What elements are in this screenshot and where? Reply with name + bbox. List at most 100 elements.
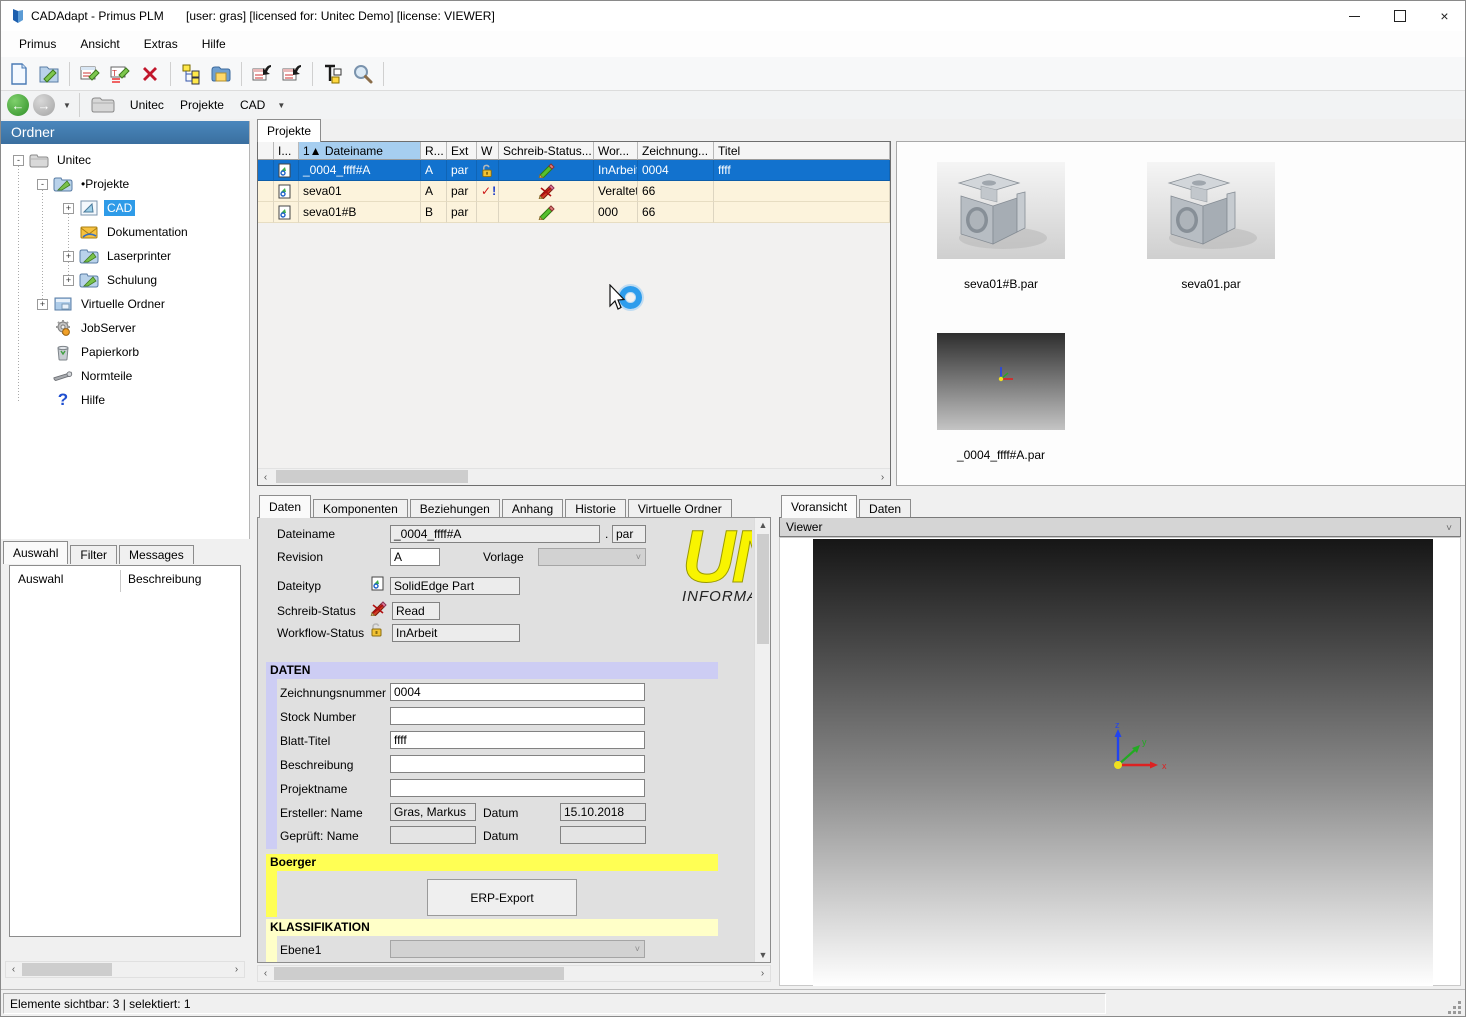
- column-auswahl[interactable]: Auswahl: [18, 572, 63, 586]
- save-folder-button[interactable]: [207, 60, 235, 88]
- resize-grip-icon[interactable]: [1458, 1006, 1461, 1009]
- resize-grip-icon[interactable]: [1458, 1001, 1461, 1004]
- scroll-right-icon[interactable]: ›: [229, 962, 244, 977]
- expand-icon[interactable]: +: [63, 251, 74, 262]
- workflow-status-field[interactable]: InArbeit: [392, 624, 520, 642]
- scrollbar-thumb[interactable]: [757, 534, 769, 644]
- thumbnail-seva01b[interactable]: [937, 162, 1065, 259]
- tree-item-hilfe[interactable]: ? Hilfe: [53, 389, 108, 411]
- scroll-down-icon[interactable]: ▼: [755, 950, 771, 960]
- details-vscrollbar[interactable]: ▲ ▼: [754, 518, 770, 962]
- header-titel[interactable]: Titel: [714, 142, 890, 160]
- tree-item-cad[interactable]: + CAD: [63, 197, 135, 219]
- scroll-left-icon[interactable]: ‹: [258, 966, 273, 981]
- header-dateiname[interactable]: 1▲ Dateiname: [299, 142, 421, 160]
- ersteller-datum-field[interactable]: 15.10.2018: [560, 803, 646, 821]
- ersteller-name-field[interactable]: Gras, Markus: [390, 803, 476, 821]
- menu-hilfe[interactable]: Hilfe: [190, 33, 238, 55]
- collapse-icon[interactable]: -: [37, 179, 48, 190]
- minimize-button[interactable]: [1332, 1, 1377, 31]
- ext-field[interactable]: par: [612, 525, 646, 543]
- dateityp-field[interactable]: SolidEdge Part: [390, 577, 520, 595]
- breadcrumb-dropdown-icon[interactable]: ▼: [277, 101, 285, 110]
- header-selector[interactable]: [258, 142, 274, 160]
- breadcrumb-projekte[interactable]: Projekte: [172, 95, 232, 115]
- menu-primus[interactable]: Primus: [7, 33, 68, 55]
- tree-item-projekte[interactable]: - •Projekte: [37, 173, 132, 195]
- close-button[interactable]: ×: [1422, 1, 1466, 31]
- thumbnail-seva01[interactable]: [1147, 162, 1275, 259]
- thumbnail-0004-ffff[interactable]: [937, 333, 1065, 430]
- table-row[interactable]: _0004_ffff#A A par InArbeit 0004 ffff: [258, 160, 890, 181]
- collapse-icon[interactable]: -: [13, 155, 24, 166]
- table-hscrollbar[interactable]: ‹ ›: [258, 468, 890, 485]
- stock-number-field[interactable]: [390, 707, 645, 725]
- menu-extras[interactable]: Extras: [132, 33, 190, 55]
- expand-icon[interactable]: +: [63, 275, 74, 286]
- scroll-up-icon[interactable]: ▲: [755, 520, 771, 530]
- ebene1-select[interactable]: ˅: [390, 940, 645, 958]
- tab-historie[interactable]: Historie: [565, 499, 626, 518]
- resize-grip-icon[interactable]: [1453, 1011, 1456, 1014]
- scrollbar-thumb[interactable]: [276, 470, 468, 483]
- tree-item-virtuelle-ordner[interactable]: + Virtuelle Ordner: [37, 293, 168, 315]
- scrollbar-thumb[interactable]: [22, 963, 112, 976]
- tab-preview-daten[interactable]: Daten: [859, 499, 911, 518]
- thumbnail-label[interactable]: _0004_ffff#A.par: [937, 448, 1065, 462]
- tree-item-unitec[interactable]: - Unitec: [13, 149, 94, 171]
- geprueft-name-field[interactable]: [390, 826, 476, 844]
- tab-komponenten[interactable]: Komponenten: [313, 499, 408, 518]
- header-zeichnung[interactable]: Zeichnung...: [638, 142, 714, 160]
- edit-properties-alt-button[interactable]: T: [106, 60, 134, 88]
- tree-item-schulung[interactable]: + Schulung: [63, 269, 160, 291]
- search-button[interactable]: [349, 60, 377, 88]
- checkin-button[interactable]: [248, 60, 276, 88]
- tab-voransicht[interactable]: Voransicht: [781, 495, 857, 518]
- tree-item-normteile[interactable]: Normteile: [53, 365, 135, 387]
- expand-icon[interactable]: +: [37, 299, 48, 310]
- header-icon-col[interactable]: I...: [274, 142, 299, 160]
- header-schreib-status[interactable]: Schreib-Status...: [499, 142, 594, 160]
- resize-grip-icon[interactable]: [1453, 1006, 1456, 1009]
- tree-item-jobserver[interactable]: JobServer: [53, 317, 139, 339]
- header-ext[interactable]: Ext: [447, 142, 477, 160]
- delete-button[interactable]: [136, 60, 164, 88]
- batch-structure-button[interactable]: [319, 60, 347, 88]
- column-divider[interactable]: [120, 570, 121, 592]
- vorlage-select[interactable]: ˅: [538, 548, 646, 566]
- edit-document-button[interactable]: [35, 60, 63, 88]
- expand-icon[interactable]: +: [63, 203, 74, 214]
- history-dropdown-icon[interactable]: ▼: [63, 101, 71, 110]
- row-selector[interactable]: [258, 202, 274, 223]
- scroll-right-icon[interactable]: ›: [755, 966, 770, 981]
- beschreibung-field[interactable]: [390, 755, 645, 773]
- row-selector[interactable]: [258, 160, 274, 181]
- tab-filter[interactable]: Filter: [70, 545, 117, 564]
- edit-properties-button[interactable]: [76, 60, 104, 88]
- erp-export-button[interactable]: ERP-Export: [427, 879, 577, 916]
- column-beschreibung[interactable]: Beschreibung: [128, 572, 201, 586]
- blatt-titel-field[interactable]: ffff: [390, 731, 645, 749]
- zeichnungsnummer-field[interactable]: 0004: [390, 683, 645, 701]
- tree-item-laserprinter[interactable]: + Laserprinter: [63, 245, 174, 267]
- dateiname-field[interactable]: _0004_ffff#A: [390, 525, 600, 543]
- tab-auswahl[interactable]: Auswahl: [3, 541, 68, 564]
- resize-grip-icon[interactable]: [1458, 1011, 1461, 1014]
- tab-daten[interactable]: Daten: [259, 495, 311, 518]
- checkout-button[interactable]: [278, 60, 306, 88]
- table-row[interactable]: seva01#B B par 000 66: [258, 202, 890, 223]
- forward-button[interactable]: →: [33, 94, 55, 116]
- new-document-button[interactable]: [5, 60, 33, 88]
- header-revision[interactable]: R...: [421, 142, 447, 160]
- details-hscrollbar[interactable]: ‹ ›: [257, 965, 771, 982]
- tab-beziehungen[interactable]: Beziehungen: [410, 499, 500, 518]
- projektname-field[interactable]: [390, 779, 645, 797]
- row-selector[interactable]: [258, 181, 274, 202]
- thumbnail-label[interactable]: seva01#B.par: [937, 277, 1065, 291]
- schreib-status-field[interactable]: Read: [392, 602, 440, 620]
- tab-messages[interactable]: Messages: [119, 545, 194, 564]
- tab-virtuelle-ordner[interactable]: Virtuelle Ordner: [628, 499, 732, 518]
- tree-item-dokumentation[interactable]: Dokumentation: [79, 221, 191, 243]
- thumbnail-label[interactable]: seva01.par: [1147, 277, 1275, 291]
- scroll-left-icon[interactable]: ‹: [258, 470, 273, 485]
